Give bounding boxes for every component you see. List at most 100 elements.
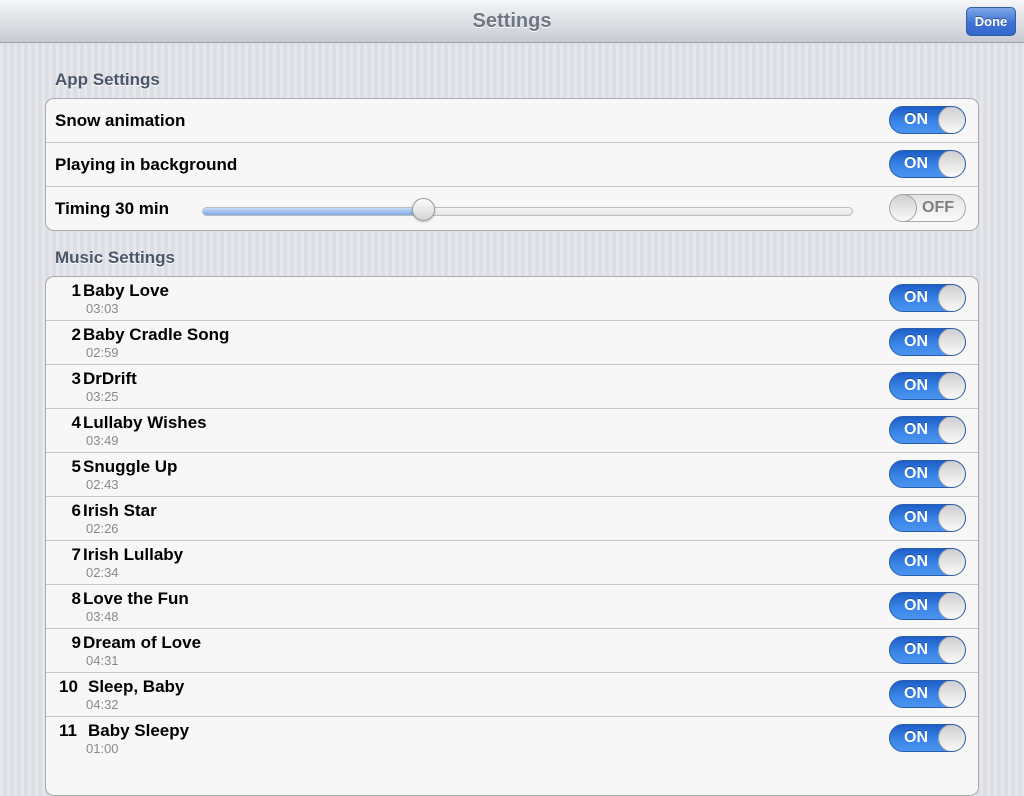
page-title: Settings bbox=[472, 10, 552, 32]
song-duration: 01:00 bbox=[86, 741, 119, 756]
playing-background-label: Playing in background bbox=[55, 155, 238, 174]
song-row: 4 Lullaby Wishes 03:49 ON bbox=[46, 408, 978, 452]
song-row: 8 Love the Fun 03:48 ON bbox=[46, 584, 978, 628]
toggle-state-label: ON bbox=[904, 509, 928, 526]
music-settings-header: Music Settings bbox=[55, 248, 175, 267]
song-row: 2 Baby Cradle Song 02:59 ON bbox=[46, 320, 978, 364]
song-title: Irish Lullaby bbox=[83, 545, 184, 564]
song-row: 1 Baby Love 03:03 ON bbox=[46, 277, 978, 320]
song-title: Lullaby Wishes bbox=[83, 413, 207, 432]
toggle-knob bbox=[938, 505, 965, 531]
toggle-state-label: ON bbox=[904, 111, 928, 128]
toggle-knob bbox=[938, 285, 965, 311]
song-toggle[interactable]: ON bbox=[889, 636, 966, 664]
toggle-knob bbox=[938, 107, 965, 133]
song-row: 7 Irish Lullaby 02:34 ON bbox=[46, 540, 978, 584]
toggle-state-label: OFF bbox=[922, 199, 954, 216]
song-number: 8 bbox=[71, 589, 81, 608]
song-title: Irish Star bbox=[83, 501, 157, 520]
song-title: Baby Love bbox=[83, 281, 169, 300]
toggle-knob bbox=[938, 637, 965, 663]
song-duration: 02:59 bbox=[86, 345, 119, 360]
song-duration: 03:48 bbox=[86, 609, 119, 624]
timing-slider-fill bbox=[203, 208, 425, 215]
song-toggle[interactable]: ON bbox=[889, 724, 966, 752]
song-toggle[interactable]: ON bbox=[889, 328, 966, 356]
song-duration: 02:26 bbox=[86, 521, 119, 536]
toggle-knob bbox=[890, 195, 917, 221]
song-row: 10 Sleep, Baby 04:32 ON bbox=[46, 672, 978, 716]
song-number: 5 bbox=[71, 457, 81, 476]
toggle-knob bbox=[938, 593, 965, 619]
song-number: 2 bbox=[71, 325, 81, 344]
song-toggle[interactable]: ON bbox=[889, 372, 966, 400]
toggle-state-label: ON bbox=[904, 641, 928, 658]
song-toggle[interactable]: ON bbox=[889, 284, 966, 312]
toggle-state-label: ON bbox=[904, 333, 928, 350]
song-number: 9 bbox=[71, 633, 81, 652]
song-title: Baby Cradle Song bbox=[83, 325, 230, 344]
song-number: 4 bbox=[71, 413, 81, 432]
timing-slider-thumb[interactable] bbox=[411, 198, 435, 221]
song-row: 3 DrDrift 03:25 ON bbox=[46, 364, 978, 408]
song-toggle[interactable]: ON bbox=[889, 680, 966, 708]
music-settings-group: 1 Baby Love 03:03 ON 2 Baby Cradle Song 02:59 O… bbox=[45, 276, 979, 796]
toggle-state-label: ON bbox=[904, 553, 928, 570]
done-button[interactable]: Done bbox=[966, 7, 1016, 36]
toggle-state-label: ON bbox=[904, 597, 928, 614]
song-number: 10 bbox=[59, 677, 78, 696]
song-duration: 04:32 bbox=[86, 697, 119, 712]
navigation-bar: Settings Done bbox=[0, 0, 1024, 43]
song-number: 1 bbox=[71, 281, 81, 300]
song-title: Sleep, Baby bbox=[88, 677, 185, 696]
toggle-knob bbox=[938, 725, 965, 751]
toggle-knob bbox=[938, 329, 965, 355]
toggle-knob bbox=[938, 681, 965, 707]
song-number: 3 bbox=[71, 369, 81, 388]
timing-slider-track[interactable] bbox=[202, 207, 853, 216]
song-row: 5 Snuggle Up 02:43 ON bbox=[46, 452, 978, 496]
app-settings-group: Snow animation ON Playing in background … bbox=[45, 98, 979, 231]
song-duration: 03:25 bbox=[86, 389, 119, 404]
song-duration: 02:34 bbox=[86, 565, 119, 580]
song-number: 7 bbox=[71, 545, 81, 564]
song-row: 6 Irish Star 02:26 ON bbox=[46, 496, 978, 540]
timing-toggle[interactable]: OFF bbox=[889, 194, 966, 222]
toggle-state-label: ON bbox=[904, 465, 928, 482]
song-toggle[interactable]: ON bbox=[889, 548, 966, 576]
snow-animation-row: Snow animation ON bbox=[46, 99, 978, 142]
toggle-state-label: ON bbox=[904, 289, 928, 306]
song-duration: 04:31 bbox=[86, 653, 119, 668]
app-settings-header: App Settings bbox=[55, 70, 160, 89]
toggle-knob bbox=[938, 151, 965, 177]
song-number: 11 bbox=[59, 721, 77, 740]
toggle-knob bbox=[938, 373, 965, 399]
toggle-state-label: ON bbox=[904, 729, 928, 746]
toggle-state-label: ON bbox=[904, 155, 928, 172]
song-toggle[interactable]: ON bbox=[889, 416, 966, 444]
timing-label: Timing 30 min bbox=[55, 199, 169, 218]
playing-background-row: Playing in background ON bbox=[46, 142, 978, 186]
song-row: 9 Dream of Love 04:31 ON bbox=[46, 628, 978, 672]
toggle-state-label: ON bbox=[904, 421, 928, 438]
song-title: Snuggle Up bbox=[83, 457, 178, 476]
song-title: DrDrift bbox=[83, 369, 137, 388]
snow-animation-toggle[interactable]: ON bbox=[889, 106, 966, 134]
song-title: Love the Fun bbox=[83, 589, 189, 608]
song-title: Baby Sleepy bbox=[88, 721, 190, 740]
song-toggle[interactable]: ON bbox=[889, 460, 966, 488]
song-title: Dream of Love bbox=[83, 633, 202, 652]
song-row: 11 Baby Sleepy 01:00 ON bbox=[46, 716, 978, 760]
song-toggle[interactable]: ON bbox=[889, 504, 966, 532]
song-duration: 03:49 bbox=[86, 433, 119, 448]
toggle-state-label: ON bbox=[904, 377, 928, 394]
timing-row: Timing 30 min OFF bbox=[46, 186, 978, 230]
toggle-state-label: ON bbox=[904, 685, 928, 702]
song-number: 6 bbox=[71, 501, 81, 520]
song-duration: 02:43 bbox=[86, 477, 119, 492]
song-toggle[interactable]: ON bbox=[889, 592, 966, 620]
toggle-knob bbox=[938, 417, 965, 443]
toggle-knob bbox=[938, 549, 965, 575]
playing-background-toggle[interactable]: ON bbox=[889, 150, 966, 178]
song-duration: 03:03 bbox=[86, 301, 119, 316]
